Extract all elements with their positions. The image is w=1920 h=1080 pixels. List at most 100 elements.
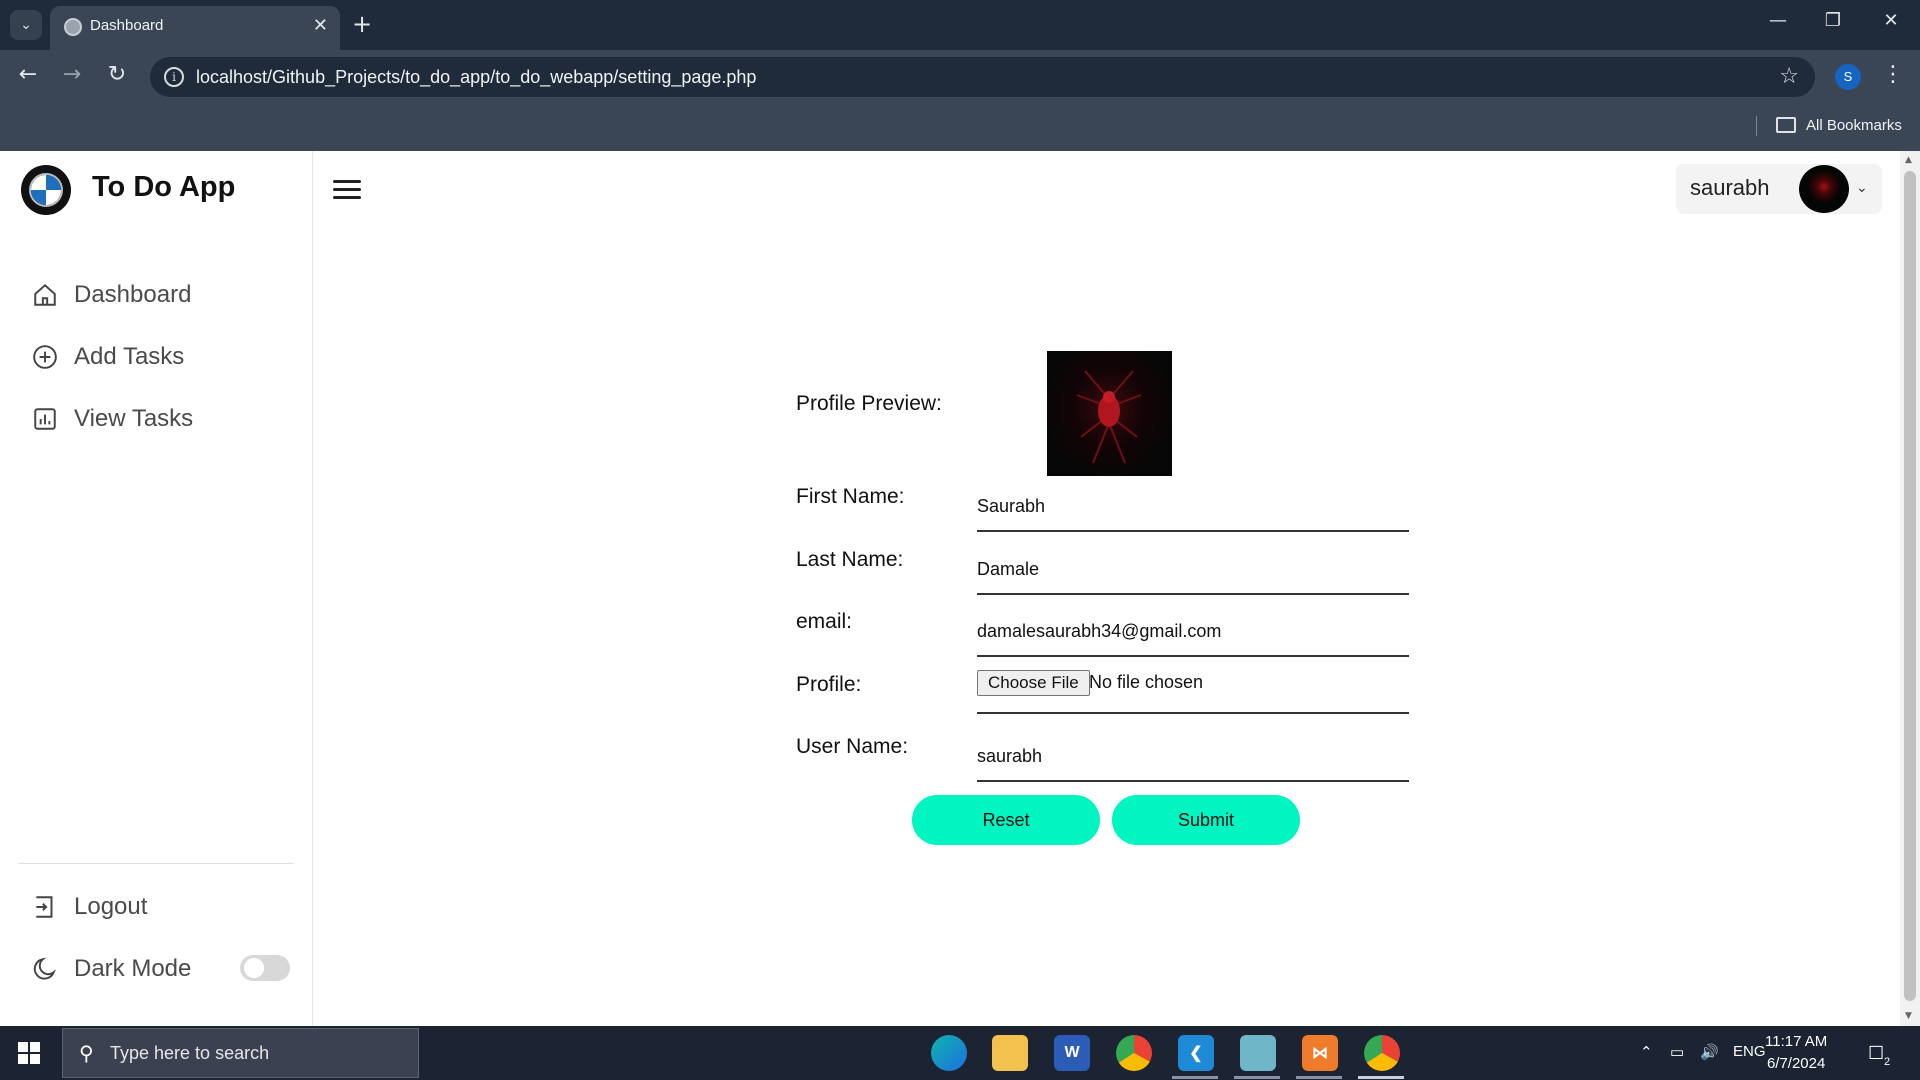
bar-chart-icon [30,404,60,434]
site-info-icon[interactable]: i [164,67,184,87]
email-field[interactable]: damalesaurabh34@gmail.com [977,607,1409,657]
vscode-icon[interactable]: ❮ [1178,1035,1214,1071]
all-bookmarks-link[interactable]: All Bookmarks [1806,117,1902,134]
username-value: saurabh [977,746,1043,766]
choose-file-button[interactable]: Choose File [977,670,1090,696]
user-menu[interactable]: saurabh ⌄ [1676,164,1882,214]
close-tab-icon[interactable]: ✕ [313,15,328,36]
windows-start-icon[interactable] [18,1042,40,1064]
url-text[interactable]: localhost/Github_Projects/to_do_app/to_d… [196,67,756,88]
notepad-icon[interactable] [1240,1035,1276,1071]
profile-preview-label: Profile Preview: [796,392,942,415]
battery-icon[interactable]: ▭ [1670,1043,1684,1061]
notepad-active-indicator [1234,1076,1280,1079]
user-name: saurabh [1690,175,1770,200]
more-menu-icon[interactable]: ⋮ [1882,62,1904,87]
globe-icon [64,18,82,36]
first-name-value: Saurabh [977,496,1046,516]
profile-label: Profile: [796,673,862,696]
chrome-active-indicator [1358,1076,1404,1079]
back-icon[interactable]: ← [12,62,44,87]
browser-tab-strip: ⌄ Dashboard ✕ + — ❐ ✕ [0,0,1920,50]
tab-search-button[interactable]: ⌄ [10,10,42,40]
chevron-down-icon: ⌄ [1856,180,1868,196]
profile-file-input: Choose File No file chosen [977,664,1409,714]
file-status: No file chosen [1089,672,1204,692]
minimize-icon[interactable]: — [1758,10,1798,31]
sidebar-item-label: Dashboard [74,281,192,308]
logout-button[interactable]: Logout [30,887,147,927]
sidebar-item-dashboard[interactable]: Dashboard [30,275,191,315]
home-icon [30,280,60,310]
browser-toolbar: ← → ↻ i localhost/Github_Projects/to_do_… [0,50,1920,102]
new-tab-button[interactable]: + [352,10,372,38]
scroll-up-icon[interactable]: ▲ [1905,155,1912,165]
windows-taskbar: ⚲ Type here to search W ❮ ⋈ ⌃ ▭ 🔊 ENG 11… [0,1026,1920,1080]
chrome-icon[interactable] [1116,1035,1152,1071]
email-value: damalesaurabh34@gmail.com [977,621,1222,641]
first-name-field[interactable]: Saurabh [977,482,1409,532]
language-indicator[interactable]: ENG [1733,1043,1766,1060]
bookmarks-divider [1756,116,1757,136]
taskbar-search[interactable]: ⚲ Type here to search [62,1028,419,1078]
dark-mode-row: Dark Mode [30,949,191,989]
address-bar[interactable]: i localhost/Github_Projects/to_do_app/to… [150,57,1815,97]
browser-tab-dashboard[interactable]: Dashboard ✕ [50,6,340,50]
xampp-active-indicator [1296,1076,1342,1079]
notification-center-icon[interactable]: ☐ [1868,1043,1884,1064]
username-label: User Name: [796,735,909,758]
first-name-label: First Name: [796,485,905,508]
logout-label: Logout [74,893,148,920]
scrollbar-thumb[interactable] [1904,171,1916,1001]
dark-mode-toggle[interactable] [240,955,290,981]
tab-title: Dashboard [90,17,164,34]
chrome-profile-icon[interactable] [1364,1035,1400,1071]
sidebar-item-add-tasks[interactable]: Add Tasks [30,337,184,377]
scroll-down-icon[interactable]: ▼ [1905,1011,1912,1021]
folder-icon[interactable] [1776,117,1796,133]
hamburger-menu-icon[interactable] [333,180,361,200]
bookmarks-bar: All Bookmarks [0,102,1920,151]
last-name-label: Last Name: [796,548,904,571]
forward-icon[interactable]: → [56,62,88,87]
page-scrollbar[interactable]: ▲ ▼ [1900,151,1920,1026]
clock-time: 11:17 AM [1765,1033,1828,1050]
browser-profile-avatar[interactable]: S [1835,64,1861,90]
submit-button[interactable]: Submit [1112,795,1300,845]
clock-date: 6/7/2024 [1766,1055,1826,1072]
last-name-field[interactable]: Damale [977,545,1409,595]
file-explorer-icon[interactable] [992,1035,1028,1071]
search-icon: ⚲ [79,1041,94,1065]
close-window-icon[interactable]: ✕ [1871,10,1911,31]
toggle-knob [244,958,264,978]
last-name-value: Damale [977,559,1040,579]
volume-icon[interactable]: 🔊 [1700,1043,1719,1061]
app-logo [21,165,71,215]
xampp-icon[interactable]: ⋈ [1302,1035,1338,1071]
sidebar-item-view-tasks[interactable]: View Tasks [30,399,193,439]
logout-icon [30,892,60,922]
sidebar-item-label: Add Tasks [74,343,185,370]
plus-circle-icon [30,342,60,372]
restore-icon[interactable]: ❐ [1813,10,1853,31]
avatar [1799,165,1849,213]
tray-overflow-icon[interactable]: ⌃ [1640,1043,1653,1061]
bookmark-star-icon[interactable]: ☆ [1779,64,1799,89]
email-label: email: [796,610,853,633]
username-field[interactable]: saurabh [977,732,1409,782]
edge-icon[interactable] [931,1035,967,1071]
sidebar-divider [18,863,294,864]
moon-icon [30,954,60,984]
taskbar-clock[interactable]: 11:17 AM 6/7/2024 [1765,1031,1827,1075]
app-title: To Do App [92,171,236,203]
profile-preview-image [1047,351,1172,476]
notification-count: 2 [1884,1056,1891,1068]
dark-mode-label: Dark Mode [74,955,192,982]
vscode-active-indicator [1172,1076,1218,1079]
reload-icon[interactable]: ↻ [101,62,133,87]
word-icon[interactable]: W [1054,1035,1090,1071]
taskbar-search-placeholder: Type here to search [110,1043,270,1063]
sidebar: To Do App Dashboard Add Tasks View Tasks… [0,151,313,1026]
reset-button[interactable]: Reset [912,795,1100,845]
sidebar-item-label: View Tasks [74,405,194,432]
